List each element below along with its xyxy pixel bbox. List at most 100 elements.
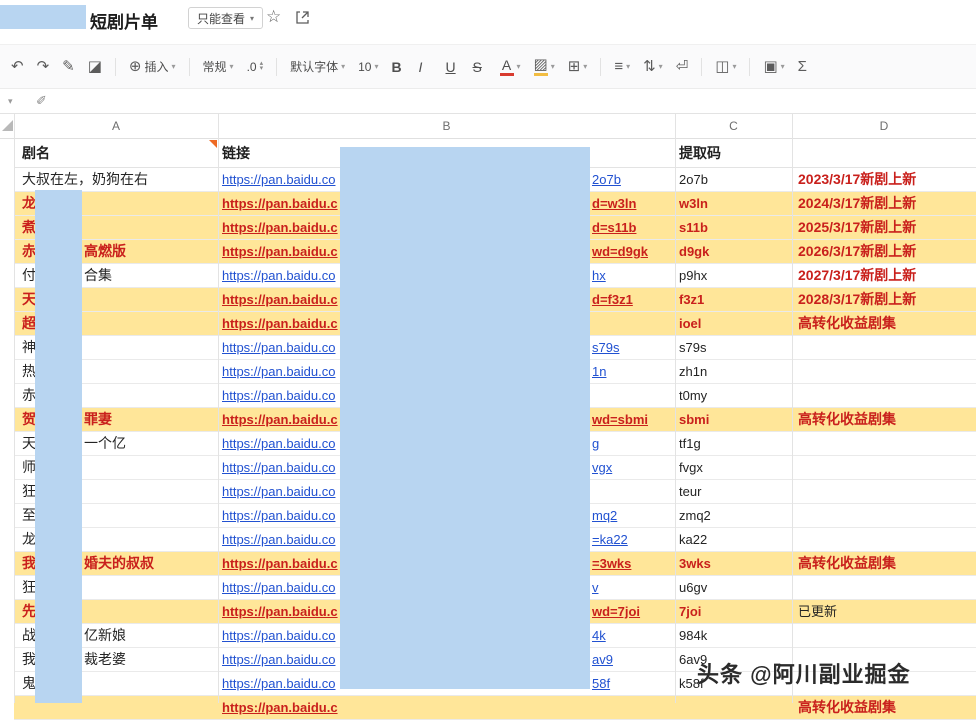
baidu-pan-link-tail[interactable]: wd=d9gk — [592, 240, 648, 263]
baidu-pan-link[interactable]: https://pan.baidu.c — [222, 312, 338, 335]
font-size-dropdown[interactable]: 10 ▾ — [358, 61, 378, 73]
baidu-pan-link[interactable]: https://pan.baidu.co — [222, 480, 335, 503]
formula-bar[interactable]: ▾ ✐ — [0, 89, 976, 114]
baidu-pan-link-tail[interactable]: d=s11b — [592, 216, 636, 239]
cell-code[interactable]: teur — [675, 480, 792, 503]
cell-code[interactable]: 3wks — [675, 552, 792, 575]
fill-color-button[interactable]: ▨ ▾ — [534, 57, 555, 76]
baidu-pan-link-tail[interactable]: mq2 — [592, 504, 617, 527]
baidu-pan-link-tail[interactable]: 58f — [592, 672, 610, 695]
decimal-control[interactable]: .0 ▴ ▾ — [247, 61, 264, 73]
baidu-pan-link[interactable]: https://pan.baidu.co — [222, 264, 335, 287]
baidu-pan-link[interactable]: https://pan.baidu.c — [222, 288, 338, 311]
cell-code[interactable] — [675, 696, 792, 719]
cell-link[interactable]: https://pan.baidu.c — [218, 696, 675, 719]
baidu-pan-link[interactable]: https://pan.baidu.co — [222, 456, 335, 479]
baidu-pan-link[interactable]: https://pan.baidu.co — [222, 528, 335, 551]
baidu-pan-link-tail[interactable]: 1n — [592, 360, 606, 383]
cell-code[interactable]: f3z1 — [675, 288, 792, 311]
cell-code[interactable]: 2o7b — [675, 168, 792, 191]
baidu-pan-link[interactable]: https://pan.baidu.c — [222, 408, 338, 431]
baidu-pan-link[interactable]: https://pan.baidu.co — [222, 504, 335, 527]
cell-note[interactable] — [792, 432, 976, 455]
font-color-button[interactable]: A ▾ — [500, 58, 521, 76]
cell-note[interactable] — [792, 456, 976, 479]
column-header-c[interactable]: C — [675, 114, 792, 139]
baidu-pan-link[interactable]: https://pan.baidu.c — [222, 600, 338, 623]
cell-code[interactable]: 984k — [675, 624, 792, 647]
cell-code[interactable]: zh1n — [675, 360, 792, 383]
cell-note[interactable] — [792, 624, 976, 647]
baidu-pan-link-tail[interactable]: d=f3z1 — [592, 288, 633, 311]
cell-note[interactable] — [792, 336, 976, 359]
baidu-pan-link[interactable]: https://pan.baidu.co — [222, 672, 335, 695]
baidu-pan-link[interactable]: https://pan.baidu.c — [222, 192, 338, 215]
horizontal-align-button[interactable]: ≡ ▾ — [614, 59, 630, 74]
baidu-pan-link-tail[interactable]: wd=sbmi — [592, 408, 648, 431]
column-header-a[interactable]: A — [14, 114, 218, 139]
baidu-pan-link[interactable]: https://pan.baidu.c — [222, 240, 338, 263]
baidu-pan-link[interactable]: https://pan.baidu.co — [222, 384, 335, 407]
cell-code[interactable]: p9hx — [675, 264, 792, 287]
cell-code[interactable]: ioel — [675, 312, 792, 335]
cell-note[interactable] — [792, 504, 976, 527]
select-all-corner[interactable] — [2, 120, 13, 131]
italic-button[interactable]: I — [419, 60, 433, 74]
view-only-button[interactable]: 只能查看 ▾ — [188, 7, 263, 29]
baidu-pan-link[interactable]: https://pan.baidu.co — [222, 624, 335, 647]
decimal-spinner[interactable]: ▴ ▾ — [260, 62, 264, 72]
share-icon[interactable] — [294, 9, 311, 31]
borders-button[interactable]: ⊞ ▾ — [568, 59, 588, 74]
baidu-pan-link-tail[interactable]: 2o7b — [592, 168, 621, 191]
format-painter-button[interactable]: ✎ — [62, 59, 75, 74]
column-header-b[interactable]: B — [218, 114, 675, 139]
cell-drama-name[interactable]: 大叔在左，奶狗在右 — [14, 168, 218, 191]
cell-note[interactable]: 高转化收益剧集 — [792, 408, 976, 431]
baidu-pan-link[interactable]: https://pan.baidu.co — [222, 360, 335, 383]
cell-code[interactable]: s79s — [675, 336, 792, 359]
cell-code[interactable]: ka22 — [675, 528, 792, 551]
column-header-d[interactable]: D — [792, 114, 976, 139]
baidu-pan-link[interactable]: https://pan.baidu.co — [222, 336, 335, 359]
cell-note[interactable]: 高转化收益剧集 — [792, 552, 976, 575]
cell-note[interactable] — [792, 576, 976, 599]
cell-note[interactable]: 2026/3/17新剧上新 — [792, 240, 976, 263]
baidu-pan-link[interactable]: https://pan.baidu.c — [222, 216, 338, 239]
cell-note[interactable]: 已更新 — [792, 600, 976, 623]
cell-code[interactable]: sbmi — [675, 408, 792, 431]
name-box-caret-icon[interactable]: ▾ — [8, 96, 13, 107]
baidu-pan-link-tail[interactable]: v — [592, 576, 599, 599]
cell-code[interactable]: w3ln — [675, 192, 792, 215]
star-icon[interactable]: ☆ — [266, 7, 281, 27]
cell-code[interactable]: tf1g — [675, 432, 792, 455]
header-drama-name[interactable]: 剧名 — [22, 139, 50, 168]
baidu-pan-link[interactable]: https://pan.baidu.co — [222, 432, 335, 455]
bold-button[interactable]: B — [392, 60, 406, 74]
cell-note[interactable] — [792, 384, 976, 407]
header-link[interactable]: 链接 — [222, 139, 250, 168]
undo-button[interactable]: ↶ — [11, 59, 24, 74]
cell-note[interactable]: 2024/3/17新剧上新 — [792, 192, 976, 215]
cell-note[interactable]: 2023/3/17新剧上新 — [792, 168, 976, 191]
baidu-pan-link-tail[interactable]: av9 — [592, 648, 613, 671]
baidu-pan-link-tail[interactable]: s79s — [592, 336, 619, 359]
cell-code[interactable]: u6gv — [675, 576, 792, 599]
cell-note[interactable]: 高转化收益剧集 — [792, 312, 976, 335]
font-family-dropdown[interactable]: 默认字体 ▾ — [290, 61, 345, 73]
baidu-pan-link-tail[interactable]: d=w3ln — [592, 192, 636, 215]
cell-code[interactable]: fvgx — [675, 456, 792, 479]
strikethrough-button[interactable]: S — [473, 60, 487, 74]
cell-code[interactable]: t0my — [675, 384, 792, 407]
baidu-pan-link-tail[interactable]: =ka22 — [592, 528, 628, 551]
baidu-pan-link-tail[interactable]: vgx — [592, 456, 612, 479]
cell-code[interactable]: 7joi — [675, 600, 792, 623]
baidu-pan-link[interactable]: https://pan.baidu.c — [222, 696, 338, 719]
cell-note[interactable] — [792, 480, 976, 503]
baidu-pan-link-tail[interactable]: =3wks — [592, 552, 631, 575]
baidu-pan-link-tail[interactable]: 4k — [592, 624, 606, 647]
cell-note[interactable] — [792, 528, 976, 551]
cell-note[interactable] — [792, 360, 976, 383]
baidu-pan-link-tail[interactable]: wd=7joi — [592, 600, 640, 623]
freeze-button[interactable]: ◫ ▾ — [715, 59, 736, 74]
baidu-pan-link-tail[interactable]: hx — [592, 264, 606, 287]
